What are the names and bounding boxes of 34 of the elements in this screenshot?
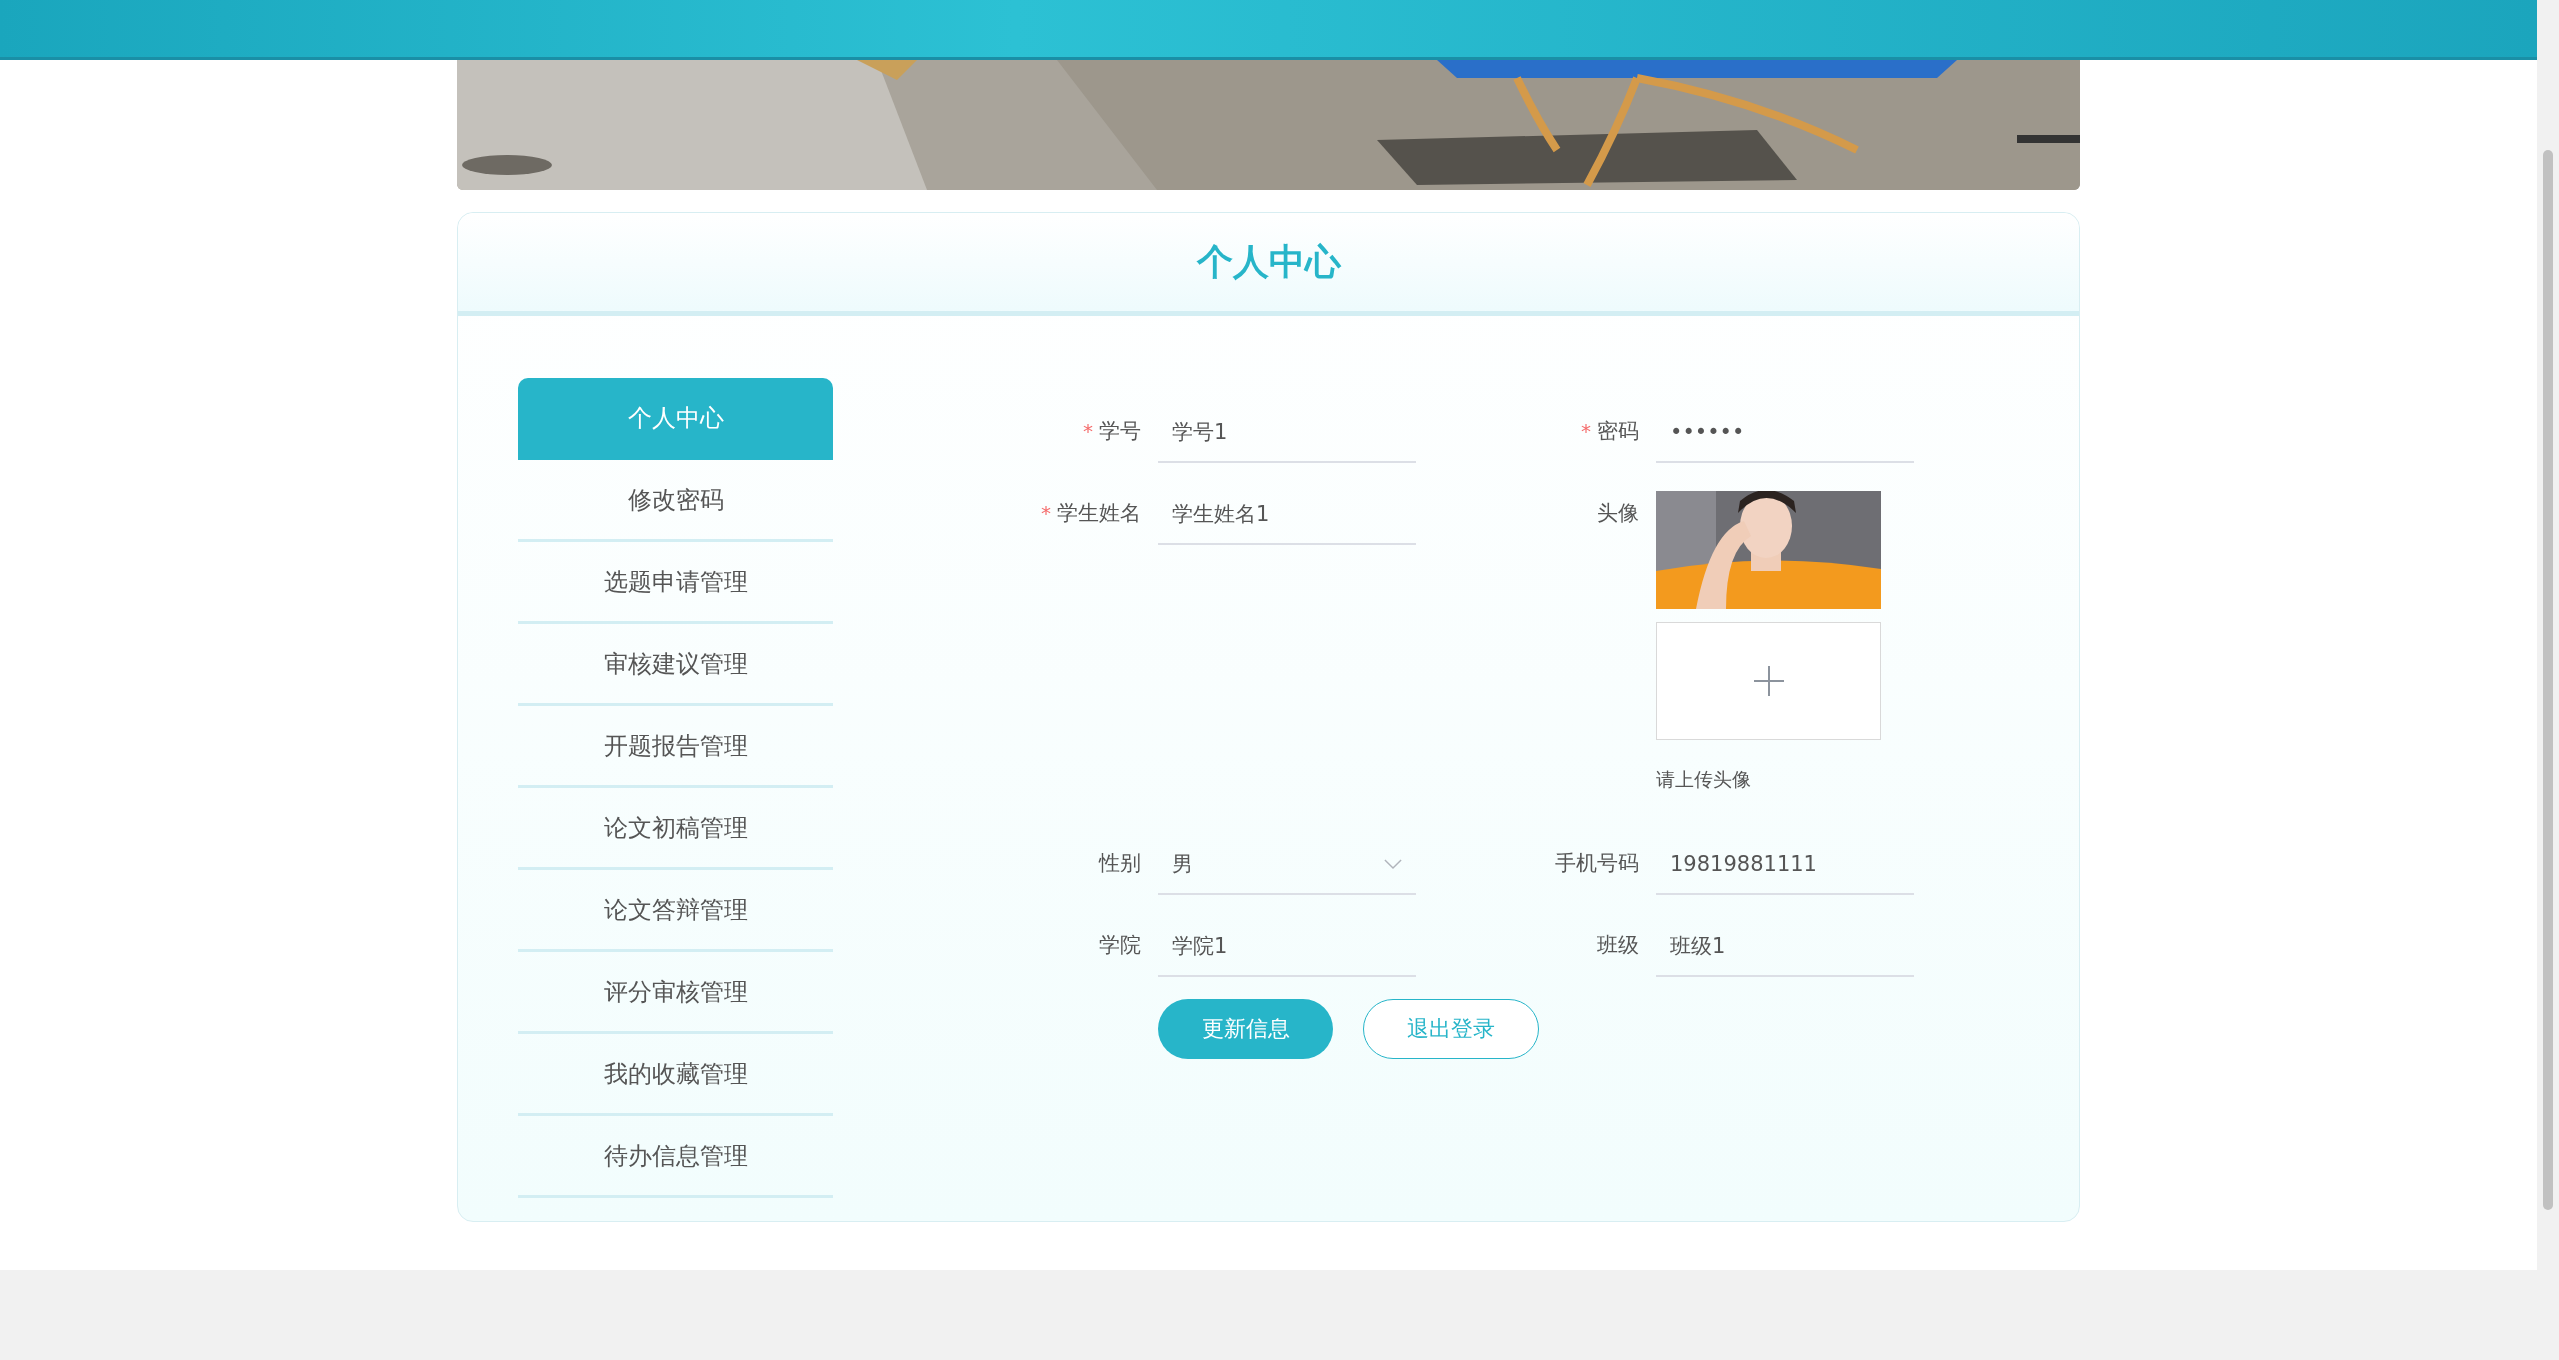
- upload-box[interactable]: [1656, 622, 1881, 740]
- field-label: 密码: [1597, 418, 1639, 445]
- input-field[interactable]: 19819881111: [1656, 835, 1914, 895]
- scrollbar-thumb[interactable]: [2543, 150, 2553, 1210]
- menu-item[interactable]: 待办信息管理: [518, 1116, 833, 1198]
- menu-item[interactable]: 开题报告管理: [518, 706, 833, 788]
- input-field[interactable]: 学生姓名1: [1158, 485, 1416, 545]
- input-field[interactable]: 学院1: [1158, 917, 1416, 977]
- required-mark: *: [1083, 419, 1093, 443]
- select-field[interactable]: 男: [1158, 835, 1416, 895]
- field-label: 头像: [1597, 500, 1639, 527]
- menu-item[interactable]: 评分审核管理: [518, 952, 833, 1034]
- menu-item[interactable]: 论文答辩管理: [518, 870, 833, 952]
- menu-item[interactable]: 论文初稿管理: [518, 788, 833, 870]
- plus-icon: [1753, 666, 1784, 696]
- scrollbar[interactable]: [2537, 0, 2559, 1360]
- upload-hint: 请上传头像: [1656, 767, 1752, 792]
- menu-item[interactable]: 选题申请管理: [518, 542, 833, 624]
- input-field[interactable]: 学号1: [1158, 403, 1416, 463]
- menu-item[interactable]: 修改密码: [518, 460, 833, 542]
- menu-item[interactable]: 我的收藏管理: [518, 1034, 833, 1116]
- menu-item[interactable]: 审核建议管理: [518, 624, 833, 706]
- field-label: 性别: [1099, 850, 1141, 877]
- required-mark: *: [1581, 419, 1591, 443]
- page-title: 个人中心: [1196, 239, 1341, 284]
- input-field[interactable]: ••••••: [1656, 403, 1914, 463]
- field-label: 学院: [1099, 932, 1141, 959]
- field-label: 学生姓名: [1057, 500, 1141, 527]
- field-label: 手机号码: [1555, 850, 1639, 877]
- required-mark: *: [1041, 501, 1051, 525]
- caret-icon: [1384, 858, 1402, 870]
- input-field[interactable]: 班级1: [1656, 917, 1914, 977]
- field-label: 学号: [1099, 418, 1141, 445]
- field-label: 班级: [1597, 932, 1639, 959]
